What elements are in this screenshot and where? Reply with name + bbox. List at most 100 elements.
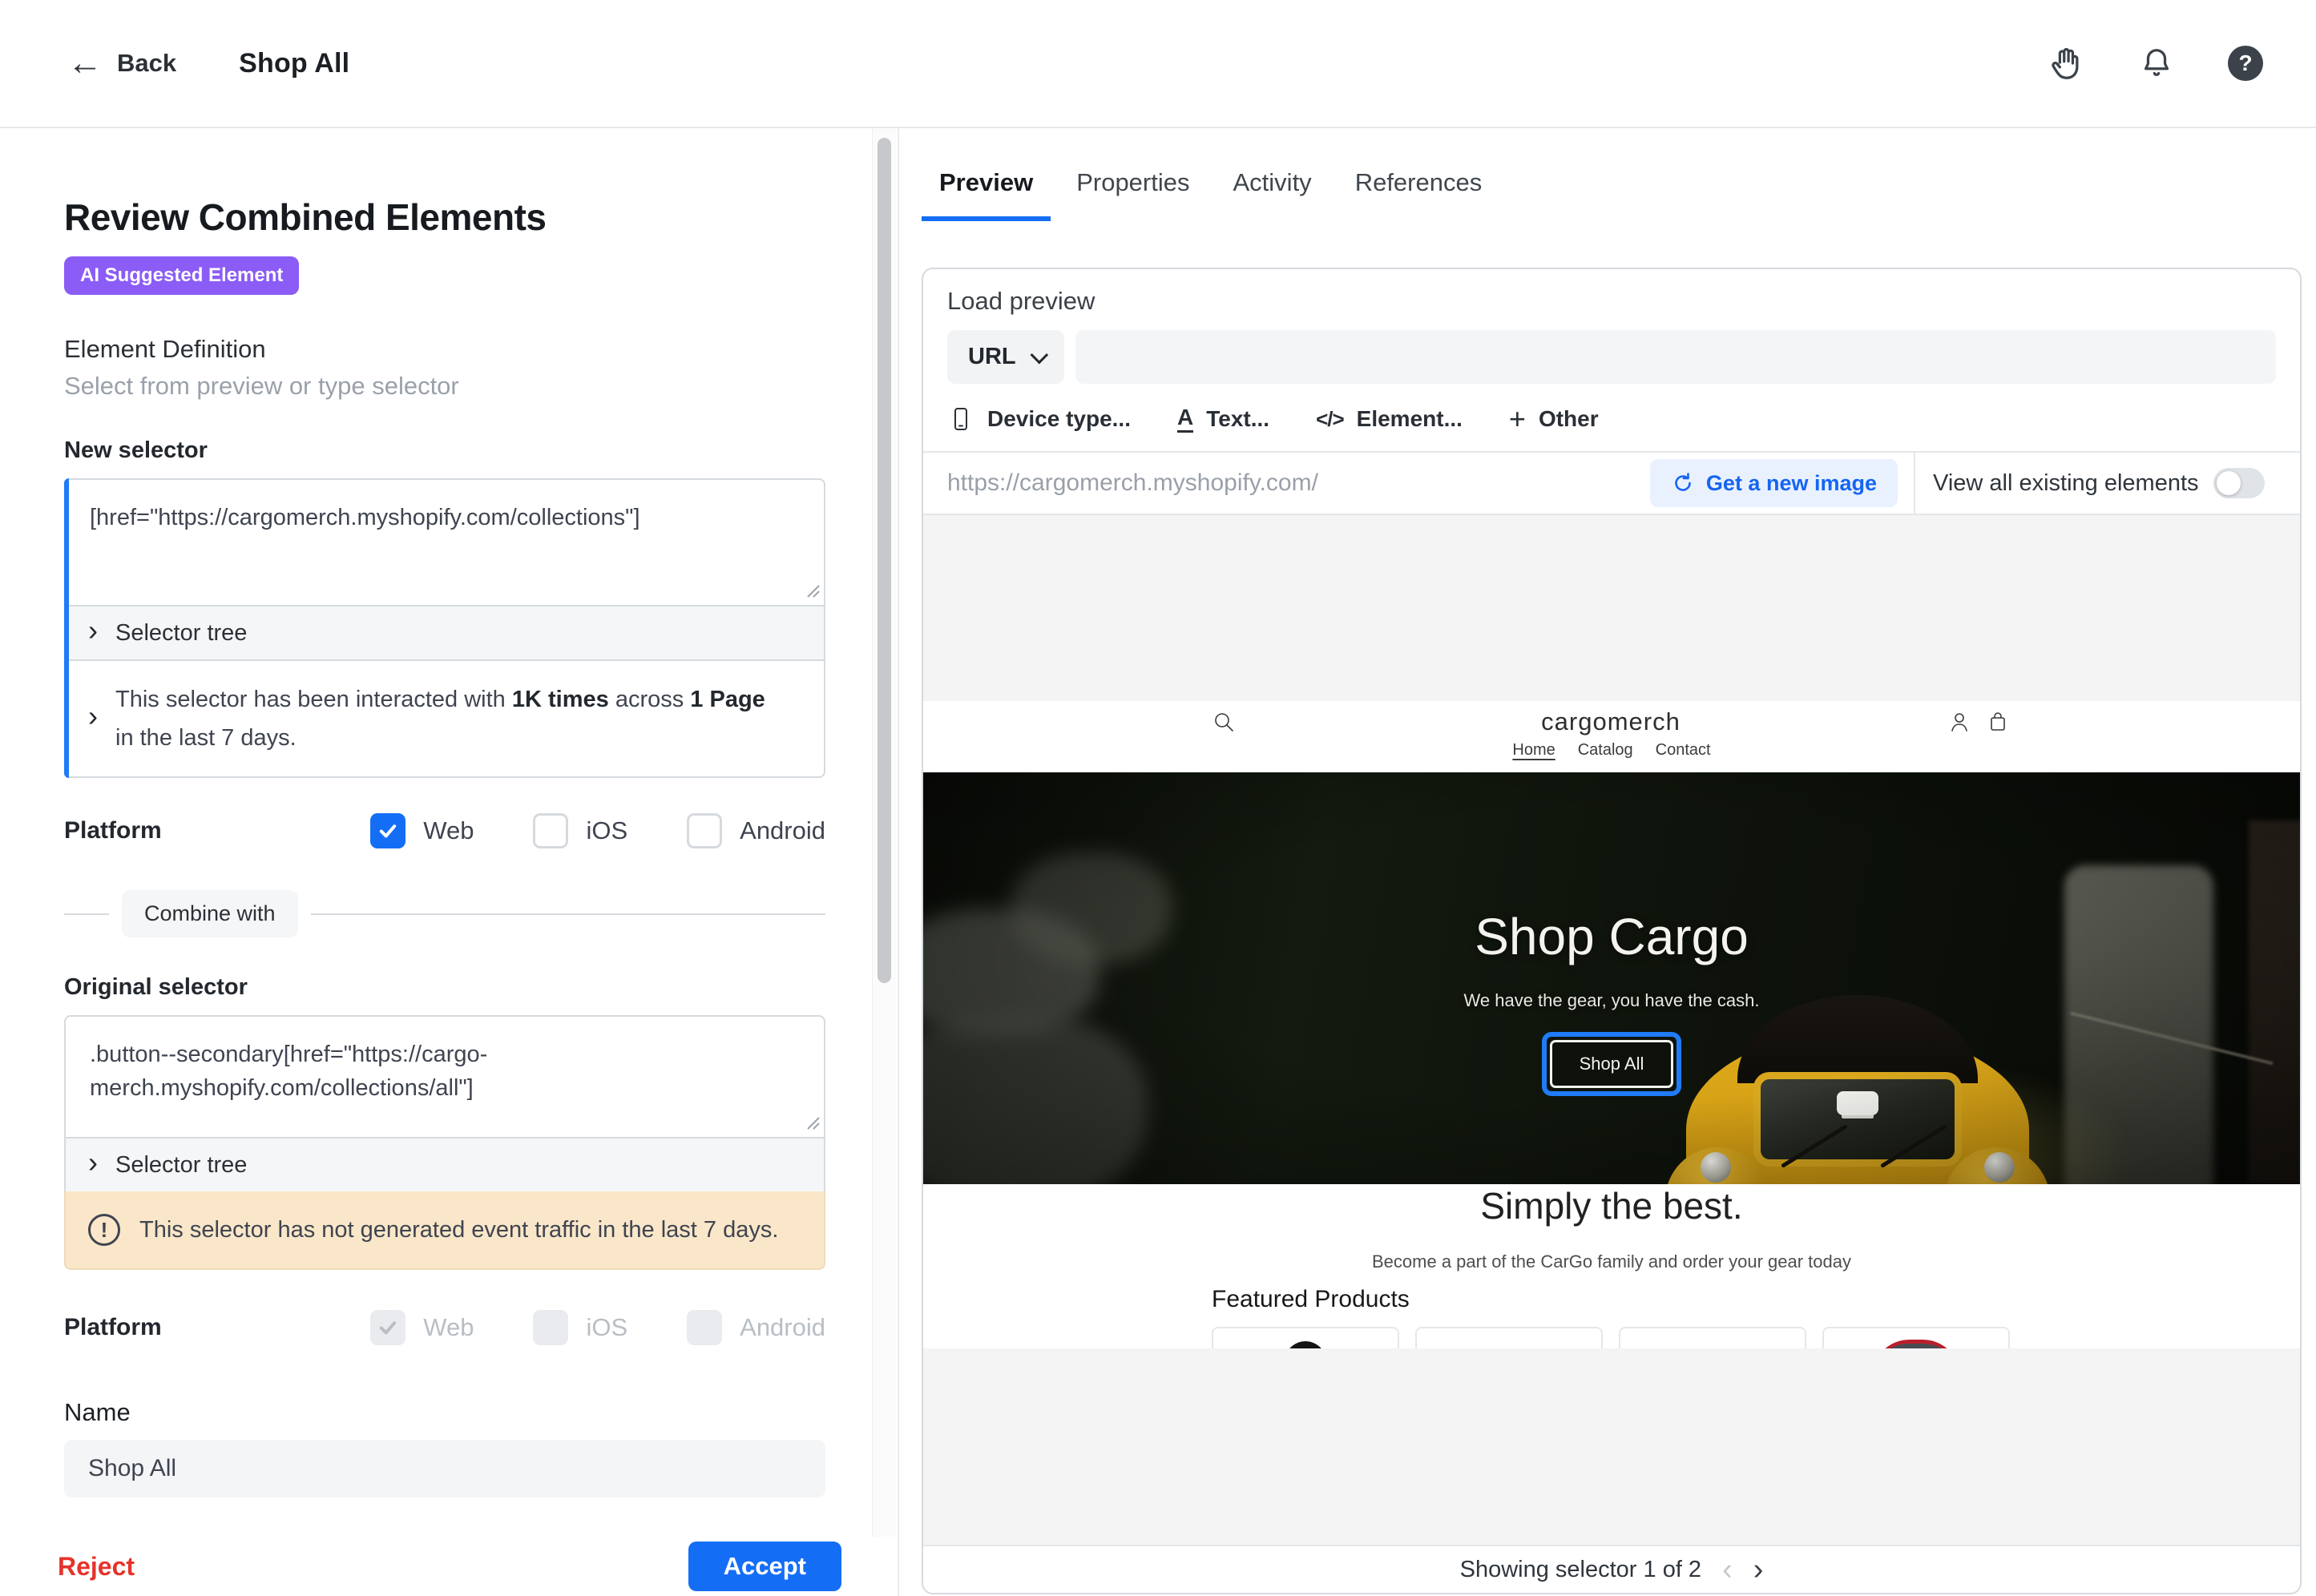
view-all-elements-control: View all existing elements [1914,453,2300,514]
view-all-elements-label: View all existing elements [1933,470,2199,497]
checkbox-checked-disabled-icon [370,1310,406,1345]
text-filter-button[interactable]: A Text... [1177,406,1269,433]
load-preview-label: Load preview [947,287,2276,316]
checkbox-android-disabled: Android [687,1310,825,1345]
accept-button[interactable]: Accept [688,1542,841,1591]
element-code-icon: </> [1316,407,1344,432]
alert-icon: ! [88,1214,120,1246]
text-icon: A [1177,406,1193,433]
chevron-left-icon[interactable]: ‹ [1722,1554,1733,1585]
site-brand[interactable]: cargomerch [1212,707,2010,736]
original-selector-group: .button--secondary[href="https://cargo-m… [64,1015,825,1270]
left-panel-scrollbar[interactable] [872,128,896,1537]
element-definition-hint: Select from preview or type selector [64,372,869,401]
back-button[interactable]: ← Back [67,46,176,81]
nav-contact[interactable]: Contact [1656,741,1711,760]
pagination-text: Showing selector 1 of 2 [1460,1557,1701,1583]
name-label: Name [64,1398,869,1427]
device-type-filter-button[interactable]: Device type... [947,405,1131,433]
name-input[interactable] [64,1440,825,1497]
checkbox-unchecked-disabled-icon [533,1310,568,1345]
chevron-down-icon [1030,345,1048,364]
combine-with-chip: Combine with [122,890,298,937]
section-title: Simply the best. [923,1184,2300,1227]
notifications-bell-icon[interactable] [2138,45,2175,82]
topbar-actions: ? [2048,45,2263,82]
selector-pagination: Showing selector 1 of 2 ‹ › [923,1545,2300,1593]
tab-properties[interactable]: Properties [1059,168,1207,221]
tab-preview[interactable]: Preview [922,168,1051,221]
shop-all-button[interactable]: Shop All [1550,1040,1674,1088]
element-definition-label: Element Definition [64,335,869,364]
back-label: Back [117,49,176,78]
app-window: ← Back Shop All ? Review Combined Elemen… [0,0,2316,1596]
nav-catalog[interactable]: Catalog [1578,741,1633,760]
preview-box: Load preview URL Device type... A [922,268,2302,1594]
checkbox-ios-disabled: iOS [533,1310,627,1345]
tab-references[interactable]: References [1338,168,1500,221]
url-type-dropdown[interactable]: URL [947,330,1064,384]
checkbox-unchecked-disabled-icon [687,1310,722,1345]
toggle-knob [2217,471,2241,495]
selector-stats-toggle[interactable]: › This selector has been interacted with… [64,659,825,778]
site-preview-viewport: cargomerch Home Catalog Contact [923,515,2300,1545]
chevron-right-icon: › [88,616,98,645]
review-actions-bar: Reject Accept [0,1537,874,1596]
preview-url-bar: https://cargomerch.myshopify.com/ Get a … [923,453,2300,515]
checkbox-web-disabled: Web [370,1310,474,1345]
nav-home[interactable]: Home [1512,741,1555,760]
current-preview-url: https://cargomerch.myshopify.com/ [947,470,1318,497]
selected-element-highlight: Shop All [1542,1032,1682,1096]
new-selector-input[interactable]: [href="https://cargomerch.myshopify.com/… [64,478,825,605]
plus-icon: + [1509,405,1526,433]
section-subtitle: Become a part of the CarGo family and or… [923,1251,2300,1272]
selector-warning: ! This selector has not generated event … [64,1191,825,1270]
device-icon [947,405,974,433]
view-all-elements-toggle[interactable] [2213,468,2265,498]
element-review-panel: Review Combined Elements AI Suggested El… [0,128,899,1596]
load-preview-section: Load preview URL Device type... A [923,269,2300,453]
chevron-right-icon: › [88,702,98,731]
new-selector-label: New selector [64,437,869,464]
featured-products-label: Featured Products [1212,1286,1410,1313]
preview-filter-row: Device type... A Text... </> Element... … [947,405,2276,433]
tab-activity[interactable]: Activity [1216,168,1329,221]
checkbox-unchecked-icon [533,813,568,848]
hero-subtitle: We have the gear, you have the cash. [1464,990,1760,1011]
hero-banner: Shop Cargo We have the gear, you have th… [923,772,2300,1184]
preview-tabs: Preview Properties Activity References [901,168,2316,221]
hand-tool-icon[interactable] [2048,45,2085,82]
selector-stats-text: This selector has been interacted with 1… [115,680,781,757]
hero-title: Shop Cargo [1475,907,1749,966]
back-arrow-icon: ← [67,46,103,81]
other-filter-button[interactable]: + Other [1509,405,1599,433]
page-title: Shop All [239,48,349,79]
get-new-image-button[interactable]: Get a new image [1650,459,1898,507]
site-nav: Home Catalog Contact [923,741,2300,760]
checkbox-unchecked-icon [687,813,722,848]
checkbox-android[interactable]: Android [687,813,825,848]
preview-url-input[interactable] [1075,330,2276,384]
ai-suggested-badge: AI Suggested Element [64,256,299,295]
combine-with-divider: Combine with [64,890,825,937]
new-selector-group: [href="https://cargomerch.myshopify.com/… [64,478,825,778]
help-icon[interactable]: ? [2228,46,2263,81]
preview-cutoff-mask [923,1348,2300,1545]
chevron-right-icon: › [88,1148,98,1177]
checkbox-web[interactable]: Web [370,813,474,848]
preview-panel: Preview Properties Activity References L… [901,128,2316,1596]
site-header: cargomerch Home Catalog Contact [923,701,2300,772]
scrollbar-thumb[interactable] [878,138,891,983]
checkbox-ios[interactable]: iOS [533,813,627,848]
reject-button[interactable]: Reject [58,1552,135,1582]
new-selector-tree-toggle[interactable]: › Selector tree [64,605,825,659]
element-filter-button[interactable]: </> Element... [1316,406,1463,432]
original-selector-tree-toggle[interactable]: › Selector tree [64,1137,825,1191]
original-selector-label: Original selector [64,974,869,1001]
chevron-right-icon[interactable]: › [1753,1554,1764,1585]
original-selector-input[interactable]: .button--secondary[href="https://cargo-m… [64,1015,825,1137]
checkbox-checked-icon [370,813,406,848]
panel-heading: Review Combined Elements [64,195,869,239]
refresh-icon [1671,471,1695,495]
element-review-content: Review Combined Elements AI Suggested El… [64,128,869,1537]
